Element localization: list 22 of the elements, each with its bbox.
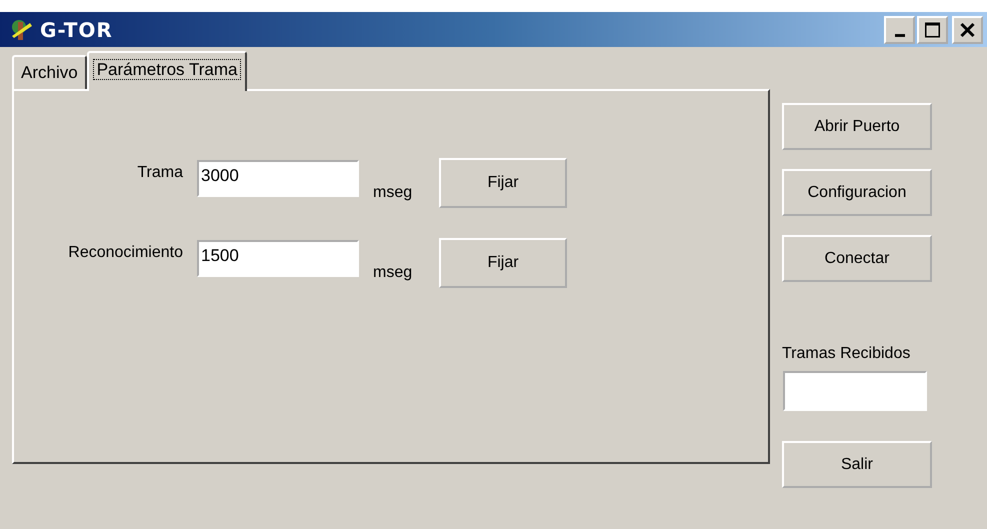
counter-label: Tramas Recibidos <box>782 345 912 363</box>
input-field[interactable]: 1500 <box>197 240 359 277</box>
action-button[interactable]: Conectar <box>782 235 932 282</box>
exit-button[interactable]: Salir <box>782 441 932 488</box>
action-button[interactable]: Abrir Puerto <box>782 103 932 150</box>
minimize-icon <box>894 34 904 37</box>
set-button[interactable]: Fijar <box>439 158 567 208</box>
tab[interactable]: Parámetros Trama <box>86 51 248 91</box>
counter-field[interactable] <box>783 371 927 411</box>
set-button[interactable]: Fijar <box>439 238 567 288</box>
field-label: Trama <box>136 164 184 182</box>
window-title: G-TOR <box>40 18 113 42</box>
app-icon <box>10 18 34 42</box>
minimize-button[interactable] <box>884 16 915 44</box>
tab[interactable]: Archivo <box>12 55 87 89</box>
maximize-button[interactable] <box>917 16 948 44</box>
field-label: Reconocimiento <box>67 244 184 262</box>
action-button[interactable]: Configuracion <box>782 169 932 216</box>
unit-label: mseg <box>372 184 414 202</box>
input-field[interactable]: 3000 <box>197 160 359 197</box>
close-button[interactable] <box>952 16 983 44</box>
unit-label: mseg <box>372 264 414 282</box>
